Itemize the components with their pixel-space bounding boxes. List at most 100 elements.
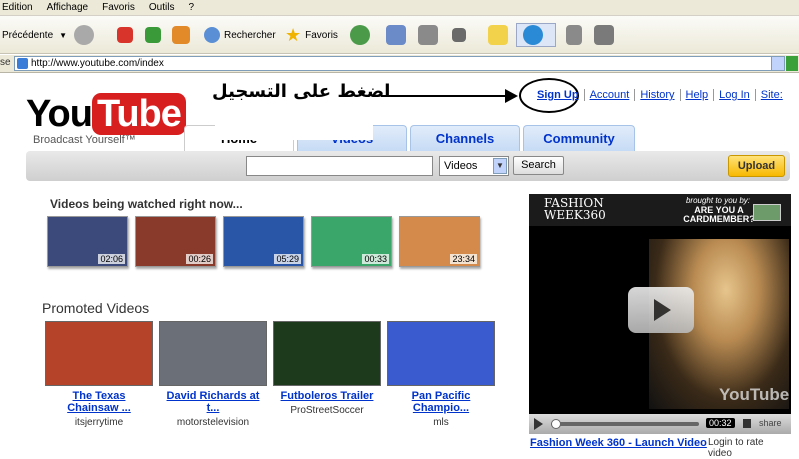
star-icon: ★: [285, 24, 302, 45]
chevron-down-icon: ▼: [59, 30, 68, 40]
video-duration: 00:33: [362, 254, 389, 264]
sign-up-link[interactable]: Sign Up: [532, 89, 584, 101]
help-link[interactable]: Help: [679, 89, 714, 101]
mail-button[interactable]: [386, 23, 406, 47]
edit-button[interactable]: [452, 23, 466, 47]
menu-affichage[interactable]: Affichage: [47, 2, 89, 13]
history-button[interactable]: [350, 23, 370, 47]
video-duration: 02:06: [98, 254, 125, 264]
banner-title: FASHION WEEK360: [544, 196, 606, 222]
youtube-logo[interactable]: You Tube: [26, 93, 186, 136]
refresh-icon: [145, 27, 161, 43]
stop-button[interactable]: [117, 23, 133, 47]
tab-channels[interactable]: Channels: [410, 125, 520, 151]
control-play-button[interactable]: [534, 418, 543, 430]
player-controls: 00:32 share: [529, 414, 791, 434]
play-button[interactable]: [628, 287, 694, 333]
search-input[interactable]: [246, 156, 433, 176]
promoted-user[interactable]: ProStreetSoccer: [273, 405, 381, 416]
history-icon: [350, 25, 370, 45]
log-in-link[interactable]: Log In: [713, 89, 755, 101]
tools-icon: [594, 25, 614, 45]
youtube-watermark: YouTube: [719, 385, 790, 404]
search-category-select[interactable]: Videos ▼: [439, 156, 509, 176]
watching-now-title: Videos being watched right now...: [50, 197, 243, 211]
promoted-title-link[interactable]: The Texas Chainsaw ...: [45, 390, 153, 414]
watching-thumb[interactable]: 23:34: [399, 216, 480, 267]
research-icon: [566, 25, 582, 45]
upload-button[interactable]: Upload: [728, 155, 785, 177]
messenger-button[interactable]: [516, 23, 556, 47]
promoted-title-link[interactable]: Futboleros Trailer: [273, 390, 381, 402]
progress-handle[interactable]: [551, 419, 561, 429]
watching-thumb[interactable]: 02:06: [47, 216, 128, 267]
play-icon: [654, 299, 671, 321]
menu-favoris[interactable]: Favoris: [102, 2, 135, 13]
stop-icon: [117, 27, 133, 43]
promoted-video: Pan Pacific Champio... mls: [387, 321, 495, 428]
search-button[interactable]: Search: [513, 156, 564, 175]
address-label: se: [0, 57, 11, 68]
address-dropdown-button[interactable]: [771, 56, 785, 71]
menu-bar: Edition Affichage Favoris Outils ?: [0, 0, 799, 16]
site-link[interactable]: Site:: [754, 89, 788, 101]
watching-thumb[interactable]: 00:33: [311, 216, 392, 267]
page-icon: [17, 58, 28, 69]
go-button[interactable]: [786, 56, 798, 71]
search-button[interactable]: Rechercher: [204, 23, 276, 47]
promoted-thumb[interactable]: [387, 321, 495, 386]
home-button[interactable]: [172, 23, 190, 47]
volume-icon[interactable]: [743, 419, 751, 428]
promoted-user[interactable]: motorstelevision: [159, 417, 267, 428]
video-duration: 00:26: [186, 254, 213, 264]
toolbar: Précédente ▼ Rechercher ★ Favoris: [0, 16, 799, 54]
menu-edition[interactable]: Edition: [2, 2, 33, 13]
tagline: Broadcast Yourself™: [33, 134, 136, 146]
favorites-label: Favoris: [305, 29, 338, 41]
sponsor-banner[interactable]: FASHION WEEK360 brought to you by: ARE YO…: [529, 194, 791, 226]
history-link[interactable]: History: [634, 89, 679, 101]
promoted-title-link[interactable]: David Richards at t...: [159, 390, 267, 414]
promoted-user[interactable]: itsjerrytime: [45, 417, 153, 428]
watching-now-list: 02:06 00:26 05:29 00:33 23:34: [47, 216, 487, 267]
search-bar: Videos ▼ Search Upload: [26, 151, 790, 181]
banner-brought-by: brought to you by:: [685, 196, 751, 205]
address-input[interactable]: http://www.youtube.com/index: [14, 56, 784, 71]
refresh-button[interactable]: [145, 23, 161, 47]
back-button[interactable]: Précédente ▼: [2, 23, 67, 47]
notes-button[interactable]: [488, 23, 508, 47]
promoted-video: David Richards at t... motorstelevision: [159, 321, 267, 428]
tools-button[interactable]: [594, 23, 614, 47]
progress-track[interactable]: [551, 422, 699, 426]
tab-community[interactable]: Community: [523, 125, 635, 151]
promoted-user[interactable]: mls: [387, 417, 495, 428]
forward-icon: [74, 25, 94, 45]
promoted-videos-list: The Texas Chainsaw ... itsjerrytime David…: [45, 321, 501, 428]
forward-button[interactable]: [74, 23, 94, 47]
current-time: 00:32: [706, 418, 735, 428]
menu-outils[interactable]: Outils: [149, 2, 175, 13]
print-button[interactable]: [418, 23, 438, 47]
promoted-thumb[interactable]: [159, 321, 267, 386]
watching-thumb[interactable]: 05:29: [223, 216, 304, 267]
address-url: http://www.youtube.com/index: [31, 58, 164, 69]
annotation-text: اضغط على التسجيل: [212, 81, 391, 102]
video-duration: 23:34: [450, 254, 477, 264]
promoted-thumb[interactable]: [273, 321, 381, 386]
promoted-title-link[interactable]: Pan Pacific Champio...: [387, 390, 495, 414]
video-player[interactable]: FASHION WEEK360 brought to you by: ARE YO…: [529, 194, 791, 434]
featured-video-title-link[interactable]: Fashion Week 360 - Launch Video: [530, 437, 707, 449]
menu-help[interactable]: ?: [188, 2, 194, 13]
top-links: Sign Up Account History Help Log In Site…: [532, 89, 788, 101]
research-button[interactable]: [566, 23, 582, 47]
chevron-down-icon: ▼: [493, 158, 507, 174]
watching-thumb[interactable]: 00:26: [135, 216, 216, 267]
notes-icon: [488, 25, 508, 45]
annotation-arrow-head: [505, 89, 518, 103]
favorites-button[interactable]: ★ Favoris: [285, 23, 338, 47]
account-link[interactable]: Account: [583, 89, 635, 101]
search-icon: [204, 27, 220, 43]
share-button[interactable]: share: [759, 418, 782, 428]
logo-tube: Tube: [91, 93, 186, 135]
promoted-thumb[interactable]: [45, 321, 153, 386]
